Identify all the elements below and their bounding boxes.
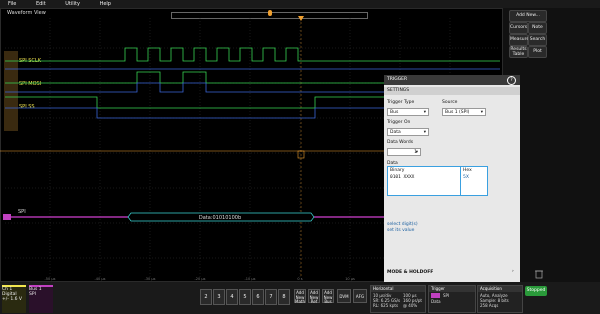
horizontal-record-length: RL: 625 kpts <box>373 303 399 308</box>
trigger-panel-title: TRIGGER ? <box>384 75 520 85</box>
acquisition-title: Acquisition <box>478 286 522 292</box>
ss-label: SPI SS <box>19 104 35 110</box>
mode-holdoff-section[interactable]: MODE & HOLDOFF <box>387 270 433 275</box>
bus-label: SPI <box>18 209 26 215</box>
source-dropdown[interactable]: Bus 1 (SPI) <box>442 108 486 117</box>
horizontal-position: @ 40% <box>403 303 418 308</box>
channel-5-button[interactable]: 5 <box>239 289 251 305</box>
channel-7-button[interactable]: 7 <box>265 289 277 305</box>
trigger-on-dropdown[interactable]: Data <box>387 128 429 137</box>
trigger-badge-condition: Data <box>431 299 441 304</box>
hex-value[interactable]: 5X <box>463 175 469 180</box>
add-bus-button[interactable]: Add New Bus <box>322 289 334 304</box>
bus-source-swatch <box>431 293 440 298</box>
data-words-field[interactable]: 1 <box>387 148 421 157</box>
binary-label: Binary <box>390 168 405 173</box>
channel-2-button[interactable]: 2 <box>200 289 212 305</box>
trigger-time-marker[interactable] <box>298 16 304 21</box>
add-ref-button[interactable]: Add New Ref <box>308 289 320 304</box>
trigger-type-label: Trigger Type <box>387 100 415 105</box>
time-axis: -50 µs -40 µs -30 µs -20 µs -10 µs 0 s 1… <box>45 277 355 281</box>
channel-4-button[interactable]: 4 <box>226 289 238 305</box>
acquisition-count: 258 Acqs <box>480 303 499 308</box>
channel-3-button[interactable]: 3 <box>213 289 225 305</box>
menu-edit[interactable]: Edit <box>36 0 46 8</box>
add-math-button[interactable]: Add New Math <box>294 289 306 304</box>
settings-section: SETTINGS <box>384 87 520 95</box>
tick-label: -10 µs <box>245 277 256 281</box>
afg-button[interactable]: AFG <box>353 289 367 303</box>
run-stop-button[interactable]: Stopped <box>525 286 547 296</box>
trigger-settings[interactable]: Trigger SPI Data <box>428 285 476 313</box>
tick-label: -20 µs <box>195 277 206 281</box>
channel-8-button[interactable]: 8 <box>278 289 290 305</box>
search-button[interactable]: Search <box>528 34 547 46</box>
channel-6-button[interactable]: 6 <box>252 289 264 305</box>
hex-entry[interactable]: Hex 5X <box>460 166 488 196</box>
trigger-on-label: Trigger On <box>387 120 411 125</box>
chevron-right-icon[interactable]: › <box>512 269 514 274</box>
sclk-trace <box>5 47 500 62</box>
note-button[interactable]: Note <box>528 22 547 34</box>
tick-label: -40 µs <box>95 277 106 281</box>
menu-file[interactable]: File <box>8 0 16 8</box>
trigger-title-text: TRIGGER <box>387 77 408 82</box>
trigger-type-dropdown[interactable]: Bus <box>387 108 429 117</box>
measure-button[interactable]: Measure <box>509 34 529 46</box>
mosi-label: SPI MOSI <box>19 81 41 87</box>
acquisition-settings[interactable]: Acquisition Auto, Analyze Sample: 8 bits… <box>477 285 523 313</box>
tick-label: -30 µs <box>145 277 156 281</box>
trigger-badge-type: SPI <box>443 293 450 298</box>
trigger-badge-title: Trigger <box>429 286 475 292</box>
results-table-button[interactable]: Results Table <box>509 46 528 58</box>
data-words-label: Data Words <box>387 140 414 145</box>
bus-decode-text: Data:01010100b <box>199 215 241 221</box>
hex-label: Hex <box>463 168 472 173</box>
tick-label: 10 µs <box>345 277 355 281</box>
ch1-range: +/- 1.6 V <box>2 297 23 302</box>
tick-label: 0 s <box>297 277 302 281</box>
binary-entry[interactable]: Binary 0101 XXXX <box>387 166 461 196</box>
select-digits-hint: select digit(s) <box>387 222 418 227</box>
dvm-button[interactable]: DVM <box>337 289 351 303</box>
bus1-type: SPI <box>29 292 36 297</box>
channel-handle[interactable] <box>4 51 18 131</box>
horizontal-title: Horizontal <box>371 286 425 292</box>
ch1-badge[interactable]: Ch 1 Digital +/- 1.6 V <box>2 285 26 313</box>
help-icon[interactable]: ? <box>507 76 516 85</box>
binary-value[interactable]: 0101 XXXX <box>390 175 414 180</box>
bus1-badge[interactable]: Bus 1 SPI <box>29 285 53 313</box>
menu-help[interactable]: Help <box>100 0 111 8</box>
set-value-hint: set its value <box>387 228 415 233</box>
menu-utility[interactable]: Utility <box>65 0 80 8</box>
add-new-button[interactable]: Add New... <box>509 10 547 22</box>
bus-handle[interactable] <box>3 214 11 220</box>
horizontal-settings[interactable]: Horizontal 10 µs/div SR: 6.25 GS/s RL: 6… <box>370 285 426 313</box>
cursors-button[interactable]: Cursors <box>509 22 528 34</box>
trash-icon[interactable] <box>533 268 545 280</box>
menu-bar: File Edit Utility Help <box>0 0 600 8</box>
source-label: Source <box>442 100 458 105</box>
tick-label: -50 µs <box>45 277 56 281</box>
plot-button[interactable]: Plot <box>528 46 547 58</box>
